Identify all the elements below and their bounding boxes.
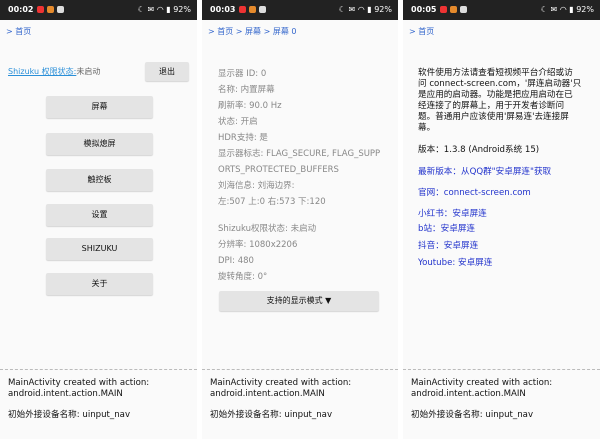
battery-level: 92% [576,5,594,14]
log-text: android.intent.action.MAIN [210,389,325,399]
version-text: 版本：1.3.8 (Android系统 15) [418,145,540,155]
log-device-name: 初始外接设备名称: uinput_nav [8,410,131,420]
menu-screen-button[interactable]: 屏幕 [46,96,153,118]
app-notification-icon [259,6,266,13]
info-rotation: 旋转角度: 0° [218,272,268,282]
breadcrumb-home[interactable]: 首页 [15,27,31,36]
about-line: 经连接了的屏幕上，用于开发者诊断问 [418,101,565,111]
app-notification-icon [450,6,457,13]
status-right: ☾ ✉ ◠ ▮ 92% [540,5,594,14]
about-line: 问 connect-screen.com，'屏连启动器'只 [418,79,582,89]
about-line: 幕。 [418,123,436,133]
log-device-name: 初始外接设备名称: uinput_nav [411,410,534,420]
breadcrumb-screens[interactable]: 屏幕 [245,27,261,36]
app-notification-icon [37,6,44,13]
shizuku-status: Shizuku 权限状态:未启动 [8,66,100,77]
info-display-id: 显示器 ID: 0 [218,69,267,79]
log-line: MainActivity created with action: android… [411,378,552,400]
info-flags-cont: ORTS_PROTECTED_BUFFERS [218,165,339,175]
breadcrumb-home[interactable]: 首页 [217,27,233,36]
status-right: ☾ ✉ ◠ ▮ 92% [137,5,191,14]
breadcrumb: > 首页 [6,27,32,36]
breadcrumb-home[interactable]: 首页 [418,27,434,36]
shizuku-status-link[interactable]: Shizuku 权限状态: [8,67,76,76]
menu-simulate-screen-off-button[interactable]: 模拟熄屏 [46,133,153,155]
info-name: 名称: 内置屏幕 [218,85,275,95]
app-notification-icon [460,6,467,13]
info-cutout: 刘海信息: 刘海边界: [218,181,295,191]
info-hdr: HDR支持: 是 [218,133,268,143]
log-area: MainActivity created with action: android… [403,369,600,439]
menu-shizuku-button[interactable]: SHIZUKU [46,238,153,260]
app-notification-icon [57,6,64,13]
menu-about-button[interactable]: 关于 [46,273,153,295]
status-time: 00:02 [8,5,34,14]
info-resolution: 分辨率: 1080x2206 [218,240,298,250]
about-line: 题。普通用户应该使用'屏易连'去连接屏 [418,112,569,122]
about-description: 软件使用方法请查看短视频平台介绍或访 问 connect-screen.com，… [418,68,593,134]
screen-home: 00:02 ☾ ✉ ◠ ▮ 92% > 首页 Shizuku 权限状态:未启动 … [0,0,197,439]
app-notification-icon [249,6,256,13]
log-device-name: 初始外接设备名称: uinput_nav [210,410,333,420]
status-bar: 00:03 ☾ ✉ ◠ ▮ 92% [202,0,398,20]
info-dpi: DPI: 480 [218,256,254,266]
shizuku-status-value: 未启动 [76,67,101,76]
notification-icons [34,0,64,20]
status-time: 00:03 [210,5,236,14]
info-flags: 显示器标志: FLAG_SECURE, FLAG_SUPP [218,149,381,159]
exit-button[interactable]: 退出 [145,62,189,81]
menu-settings-button[interactable]: 设置 [46,204,153,226]
breadcrumb-screen-0[interactable]: 屏幕 0 [273,27,297,36]
info-refresh-rate: 刷新率: 90.0 Hz [218,101,282,111]
status-right: ☾ ✉ ◠ ▮ 92% [338,5,392,14]
notification-icons [437,0,467,20]
app-notification-icon [239,6,246,13]
log-line: MainActivity created with action: android… [210,378,351,400]
info-state: 状态: 开启 [218,117,258,127]
display-info-list-2: Shizuku权限状态: 未启动 分辨率: 1080x2206 DPI: 480… [218,221,316,285]
display-modes-button[interactable]: 支持的显示模式 ▼ [219,291,379,311]
xiaohongshu-link[interactable]: 小红书：安卓屏连 [418,209,593,220]
log-text: android.intent.action.MAIN [8,389,123,399]
bilibili-link[interactable]: b站：安卓屏连 [418,224,593,235]
about-line: 是应用的启动器。功能是把应用启动在已 [418,90,573,100]
menu-touchpad-button[interactable]: 触控板 [46,169,153,191]
log-text: android.intent.action.MAIN [411,389,526,399]
notification-icons [236,0,266,20]
log-text: MainActivity created with action: [210,378,352,388]
log-text: MainActivity created with action: [411,378,553,388]
battery-level: 92% [374,5,392,14]
log-text: MainActivity created with action: [8,378,150,388]
info-cutout-bounds: 左:507 上:0 右:573 下:120 [218,197,326,207]
info-shizuku: Shizuku权限状态: 未启动 [218,224,317,234]
screen-about: 00:05 ☾ ✉ ◠ ▮ 92% > 首页 软件使用方法请查看短视频平台介绍或… [403,0,600,439]
breadcrumb: > 首页 > 屏幕 > 屏幕 0 [208,27,297,36]
log-line: MainActivity created with action: android… [8,378,149,400]
status-time: 00:05 [411,5,437,14]
screen-display-info: 00:03 ☾ ✉ ◠ ▮ 92% > 首页 > 屏幕 > 屏幕 0 显示器 I… [202,0,398,439]
status-bar: 00:05 ☾ ✉ ◠ ▮ 92% [403,0,600,20]
display-info-list: 显示器 ID: 0 名称: 内置屏幕 刷新率: 90.0 Hz 状态: 开启 H… [218,66,380,210]
app-notification-icon [47,6,54,13]
website-link[interactable]: 官网：connect-screen.com [418,188,593,199]
status-bar: 00:02 ☾ ✉ ◠ ▮ 92% [0,0,197,20]
breadcrumb: > 首页 [409,27,435,36]
youtube-link[interactable]: Youtube: 安卓屏连 [418,258,593,269]
log-area: MainActivity created with action: android… [202,369,398,439]
app-notification-icon [440,6,447,13]
latest-version-link[interactable]: 最新版本：从QQ群"安卓屏连"获取 [418,167,593,178]
about-line: 软件使用方法请查看短视频平台介绍或访 [418,68,573,78]
douyin-link[interactable]: 抖音：安卓屏连 [418,241,593,252]
log-area: MainActivity created with action: android… [0,369,197,439]
battery-level: 92% [173,5,191,14]
